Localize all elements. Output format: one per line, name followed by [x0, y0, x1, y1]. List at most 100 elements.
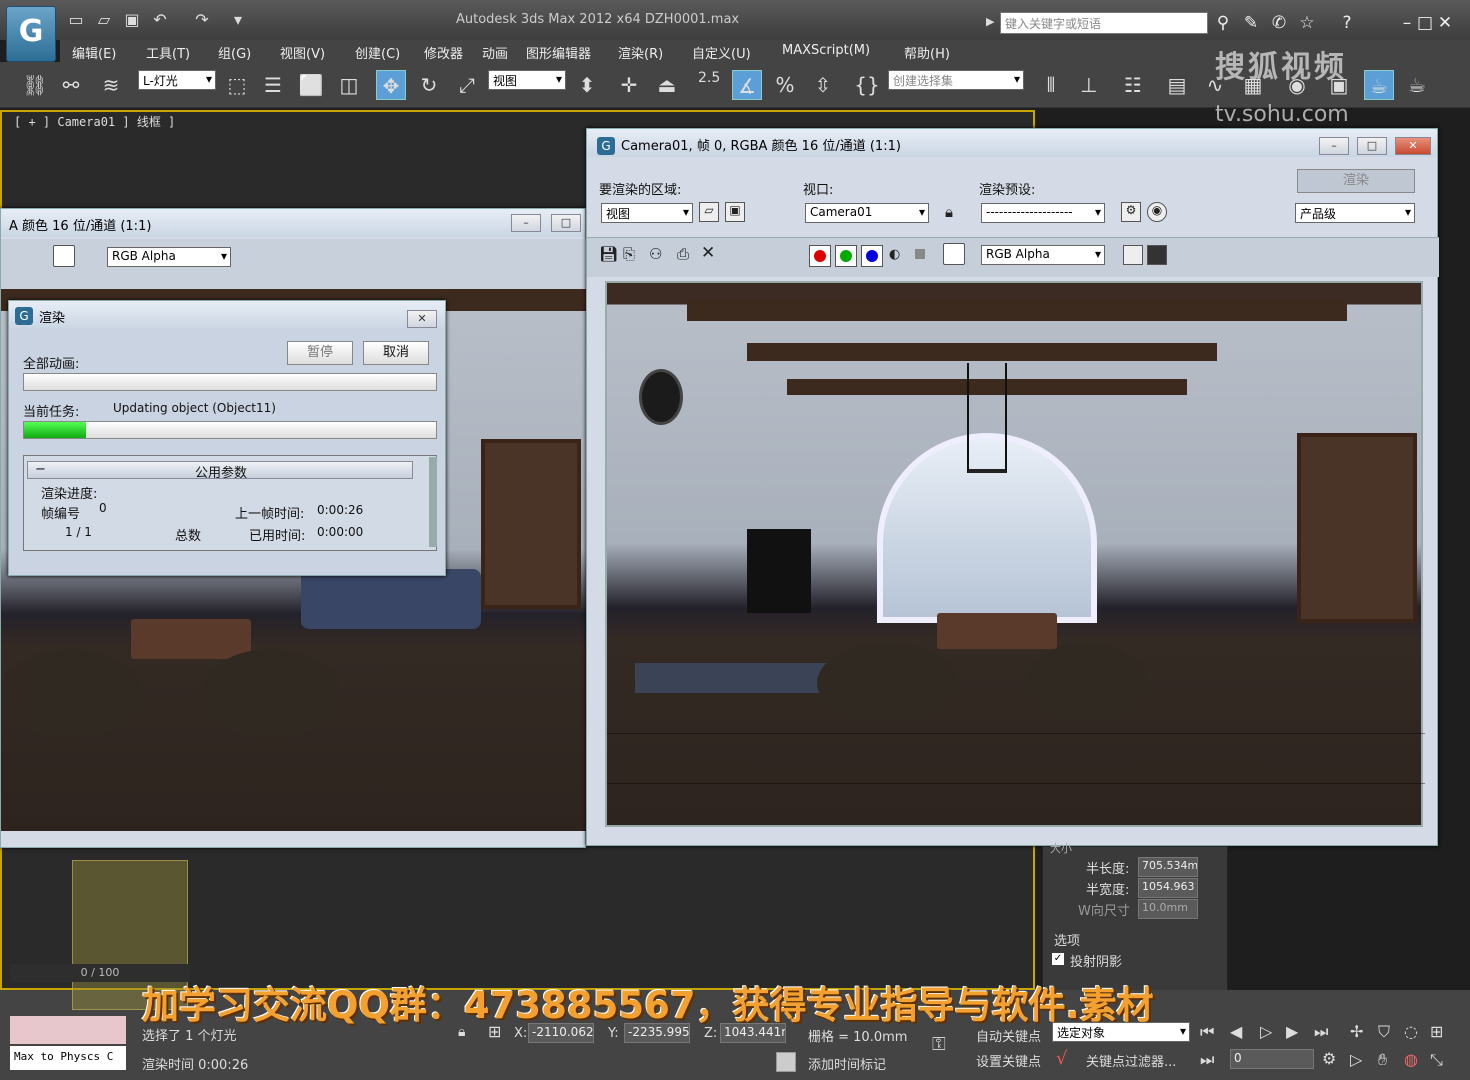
- bind-space-warp-icon[interactable]: ≋: [96, 70, 126, 100]
- bg-window-channel-dropdown[interactable]: RGB Alpha: [107, 247, 231, 267]
- select-link-icon[interactable]: ⛓: [20, 70, 50, 100]
- keyboard-shortcut-icon[interactable]: ⏏: [652, 70, 682, 100]
- menu-maxscript[interactable]: MAXScript(M): [782, 43, 870, 58]
- clear-image-icon[interactable]: ✕: [701, 243, 715, 263]
- favorites-star-icon[interactable]: ☆: [1296, 12, 1318, 34]
- menu-animation[interactable]: 动画: [482, 43, 508, 62]
- lock-viewport-icon[interactable]: 🔒︎: [945, 203, 953, 221]
- maximize-icon[interactable]: □: [1414, 12, 1436, 34]
- pan-hand-icon[interactable]: ✋︎: [1378, 1050, 1387, 1070]
- pivot-center-icon[interactable]: ⬍: [572, 70, 602, 100]
- set-key-button[interactable]: 设置关键点: [976, 1051, 1041, 1070]
- select-rotate-icon[interactable]: ↻: [414, 70, 444, 100]
- save-icon[interactable]: ▣: [122, 10, 142, 30]
- key-selection-dropdown[interactable]: 选定对象: [1052, 1022, 1190, 1042]
- z-coordinate-input[interactable]: 1043.441m: [720, 1023, 786, 1043]
- frame-window-minimize-button[interactable]: –: [1319, 137, 1349, 155]
- render-button[interactable]: 渲染: [1297, 169, 1415, 193]
- next-frame-icon[interactable]: ▶: [1286, 1022, 1298, 1041]
- cancel-button[interactable]: 取消: [363, 341, 429, 365]
- select-scale-icon[interactable]: ⤢: [452, 70, 482, 100]
- align-icon[interactable]: ⊥: [1074, 70, 1104, 100]
- edit-region-icon[interactable]: ▱: [699, 202, 719, 222]
- auto-key-button[interactable]: 自动关键点: [976, 1026, 1041, 1045]
- green-channel-button[interactable]: [835, 245, 857, 267]
- maximize-toggle-icon[interactable]: ⤡: [1430, 1050, 1443, 1070]
- named-selection-set-dropdown[interactable]: 创建选择集: [888, 70, 1024, 90]
- add-time-tag[interactable]: 添加时间标记: [808, 1054, 886, 1073]
- search-input[interactable]: 键入关键字或短语: [1000, 12, 1208, 34]
- graphite-tools-icon[interactable]: ▤: [1162, 70, 1192, 100]
- render-setup-icon[interactable]: ⚙: [1121, 202, 1141, 222]
- key-filters-button[interactable]: 关键点过滤器...: [1086, 1051, 1176, 1070]
- search-arrow-icon[interactable]: ▶: [986, 15, 994, 28]
- save-image-icon[interactable]: 💾︎: [599, 245, 618, 263]
- mirror-icon[interactable]: ⫴: [1036, 70, 1066, 100]
- window-crossing-icon[interactable]: ◫: [334, 70, 364, 100]
- rendered-image[interactable]: [605, 281, 1425, 827]
- selection-filter-dropdown[interactable]: L-灯光: [138, 70, 216, 90]
- menu-edit[interactable]: 编辑(E): [72, 43, 116, 62]
- frame-window-maximize-button[interactable]: □: [1357, 137, 1387, 155]
- menu-graph-editors[interactable]: 图形编辑器: [526, 43, 591, 62]
- frame-window-close-button[interactable]: ✕: [1395, 137, 1431, 155]
- area-to-render-dropdown[interactable]: 视图: [601, 203, 693, 223]
- quick-access-dropdown-icon[interactable]: ▾: [228, 10, 248, 30]
- app-logo-icon[interactable]: G: [6, 6, 56, 62]
- key-mode-toggle-icon[interactable]: ⏭: [1200, 1050, 1214, 1070]
- copy-image-icon[interactable]: ⎘: [623, 245, 635, 263]
- render-quality-dropdown[interactable]: 产品级: [1295, 203, 1415, 223]
- close-icon[interactable]: ✕: [1434, 12, 1456, 34]
- rollout-scrollbar[interactable]: [429, 457, 437, 547]
- zoom-all-icon[interactable]: ⛉: [1378, 1022, 1390, 1042]
- menu-help[interactable]: 帮助(H): [904, 43, 950, 62]
- red-channel-button[interactable]: [809, 245, 831, 267]
- half-width-input[interactable]: 1054.963: [1138, 878, 1198, 898]
- select-move-icon[interactable]: ✥: [376, 70, 406, 100]
- render-dialog-close-button[interactable]: ✕: [407, 310, 437, 328]
- maximize-viewport-icon[interactable]: ⊞: [1430, 1022, 1443, 1041]
- spinner-snap-icon[interactable]: ⇳: [808, 70, 838, 100]
- reference-coordinate-dropdown[interactable]: 视图: [488, 70, 566, 90]
- communication-icon[interactable]: ✆: [1268, 12, 1290, 34]
- viewport-label[interactable]: [ + ] Camera01 ] 线框 ]: [14, 113, 175, 130]
- set-key-icon[interactable]: √: [1056, 1048, 1067, 1069]
- select-object-icon[interactable]: ⬚: [222, 70, 252, 100]
- tools-icon[interactable]: ✎: [1240, 12, 1262, 34]
- new-file-icon[interactable]: ▭: [66, 10, 86, 30]
- toggle-ui-overlay-icon[interactable]: [1123, 245, 1143, 265]
- help-icon[interactable]: ?: [1336, 12, 1358, 34]
- toggle-ui-icon[interactable]: [1147, 245, 1167, 265]
- blue-channel-button[interactable]: [861, 245, 883, 267]
- menu-modifiers[interactable]: 修改器: [424, 43, 463, 62]
- maxscript-listener-pink[interactable]: [10, 1016, 126, 1044]
- go-to-end-icon[interactable]: ⏭: [1314, 1022, 1328, 1042]
- render-progress-dialog[interactable]: 渲染 G ✕ 全部动画: 暂停 取消 当前任务: Updating object…: [8, 300, 446, 576]
- select-manipulate-icon[interactable]: ✛: [614, 70, 644, 100]
- open-file-icon[interactable]: ▱: [94, 10, 114, 30]
- alpha-channel-icon[interactable]: ◐: [889, 247, 900, 262]
- edit-named-selection-icon[interactable]: {}: [852, 70, 882, 100]
- rectangular-selection-icon[interactable]: ⬜: [296, 70, 326, 100]
- render-preset-dropdown[interactable]: --------------------: [981, 203, 1105, 223]
- auto-region-icon[interactable]: ▣: [725, 202, 745, 222]
- go-to-start-icon[interactable]: ⏮: [1200, 1022, 1214, 1042]
- undo-icon[interactable]: ↶: [150, 10, 170, 30]
- zoom-icon[interactable]: ✢: [1350, 1022, 1363, 1041]
- menu-group[interactable]: 组(G): [218, 43, 251, 62]
- bg-window-maximize-button[interactable]: □: [551, 214, 581, 232]
- environment-effects-icon[interactable]: ◉: [1147, 202, 1167, 222]
- angle-snap-icon[interactable]: ∡: [732, 70, 762, 100]
- selection-lock-icon[interactable]: 🔒︎: [458, 1024, 465, 1040]
- bg-window-minimize-button[interactable]: –: [511, 214, 541, 232]
- display-channel-dropdown[interactable]: RGB Alpha: [981, 245, 1105, 265]
- snap-toggle-value[interactable]: 2.5: [698, 70, 720, 86]
- render-production-icon[interactable]: ☕: [1402, 70, 1432, 100]
- menu-create[interactable]: 创建(C): [355, 43, 400, 62]
- percent-snap-icon[interactable]: %: [770, 70, 800, 100]
- orbit-icon[interactable]: ◍: [1404, 1050, 1418, 1069]
- previous-frame-icon[interactable]: ◀: [1230, 1022, 1242, 1041]
- select-by-name-icon[interactable]: ☰: [258, 70, 288, 100]
- rollout-collapse-icon[interactable]: −: [35, 462, 46, 477]
- unlink-icon[interactable]: ⚯: [56, 70, 86, 100]
